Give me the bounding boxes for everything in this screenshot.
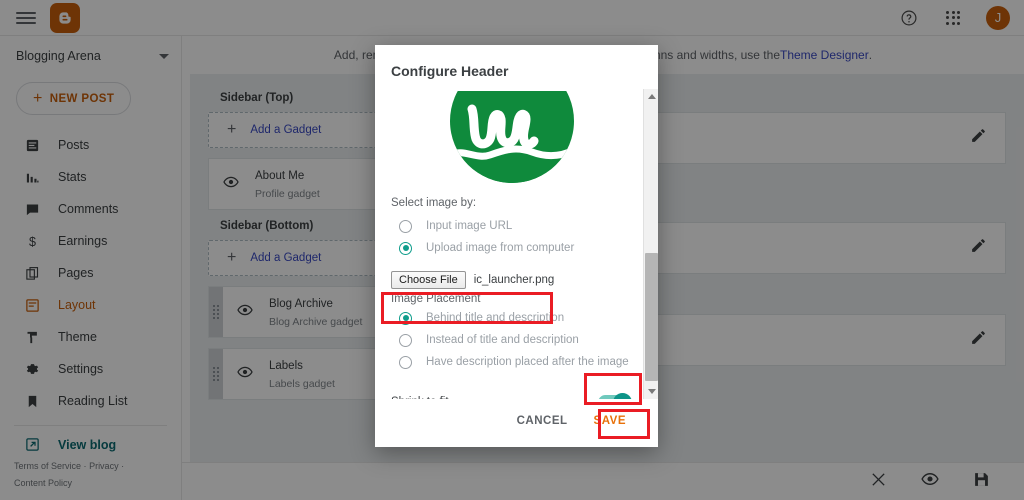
radio-label: Input image URL	[426, 220, 513, 232]
toggle-knob	[613, 392, 632, 399]
radio-icon-selected	[399, 311, 412, 325]
scroll-up-arrow-icon[interactable]	[644, 89, 658, 104]
blogger-layout-page: J Blogging Arena + NEW POST Posts Stats …	[0, 0, 1024, 500]
chosen-file-name: ic_launcher.png	[473, 274, 555, 286]
save-button[interactable]: SAVE	[584, 409, 636, 433]
radio-icon	[399, 219, 412, 233]
scroll-down-arrow-icon[interactable]	[644, 384, 658, 399]
radio-label: Behind title and description	[426, 312, 565, 324]
shrink-to-fit-row: Shrink to fit	[391, 389, 632, 399]
radio-label: Instead of title and description	[426, 334, 579, 346]
radio-label: Have description placed after the image	[426, 356, 629, 368]
blog-header-logo-image	[449, 91, 574, 183]
cancel-button[interactable]: CANCEL	[509, 409, 576, 433]
header-image-preview	[391, 91, 632, 183]
radio-instead-of-title-and-description[interactable]: Instead of title and description	[391, 329, 632, 351]
file-chooser-row: Choose File ic_launcher.png	[391, 271, 632, 289]
select-image-label: Select image by:	[391, 197, 477, 209]
shrink-to-fit-toggle[interactable]	[598, 392, 632, 399]
configure-header-dialog: Configure Header Select image by: Input …	[375, 45, 658, 447]
radio-label: Upload image from computer	[426, 242, 575, 254]
radio-icon	[399, 333, 412, 347]
radio-behind-title-and-description[interactable]: Behind title and description	[391, 307, 632, 329]
radio-icon	[399, 355, 412, 369]
shrink-to-fit-label: Shrink to fit	[391, 396, 598, 399]
dialog-title: Configure Header	[391, 63, 509, 79]
dialog-body: Select image by: Input image URL Upload …	[375, 89, 658, 399]
dialog-actions: CANCEL SAVE	[375, 399, 658, 447]
radio-upload-from-computer[interactable]: Upload image from computer	[391, 237, 632, 259]
radio-description-after-image[interactable]: Have description placed after the image	[391, 351, 632, 373]
radio-input-image-url[interactable]: Input image URL	[391, 215, 632, 237]
image-placement-label: Image Placement	[391, 293, 481, 305]
choose-file-button[interactable]: Choose File	[391, 271, 466, 289]
radio-icon-selected	[399, 241, 412, 255]
scrollbar-thumb[interactable]	[645, 253, 658, 381]
dialog-scrollbar[interactable]	[643, 89, 658, 399]
